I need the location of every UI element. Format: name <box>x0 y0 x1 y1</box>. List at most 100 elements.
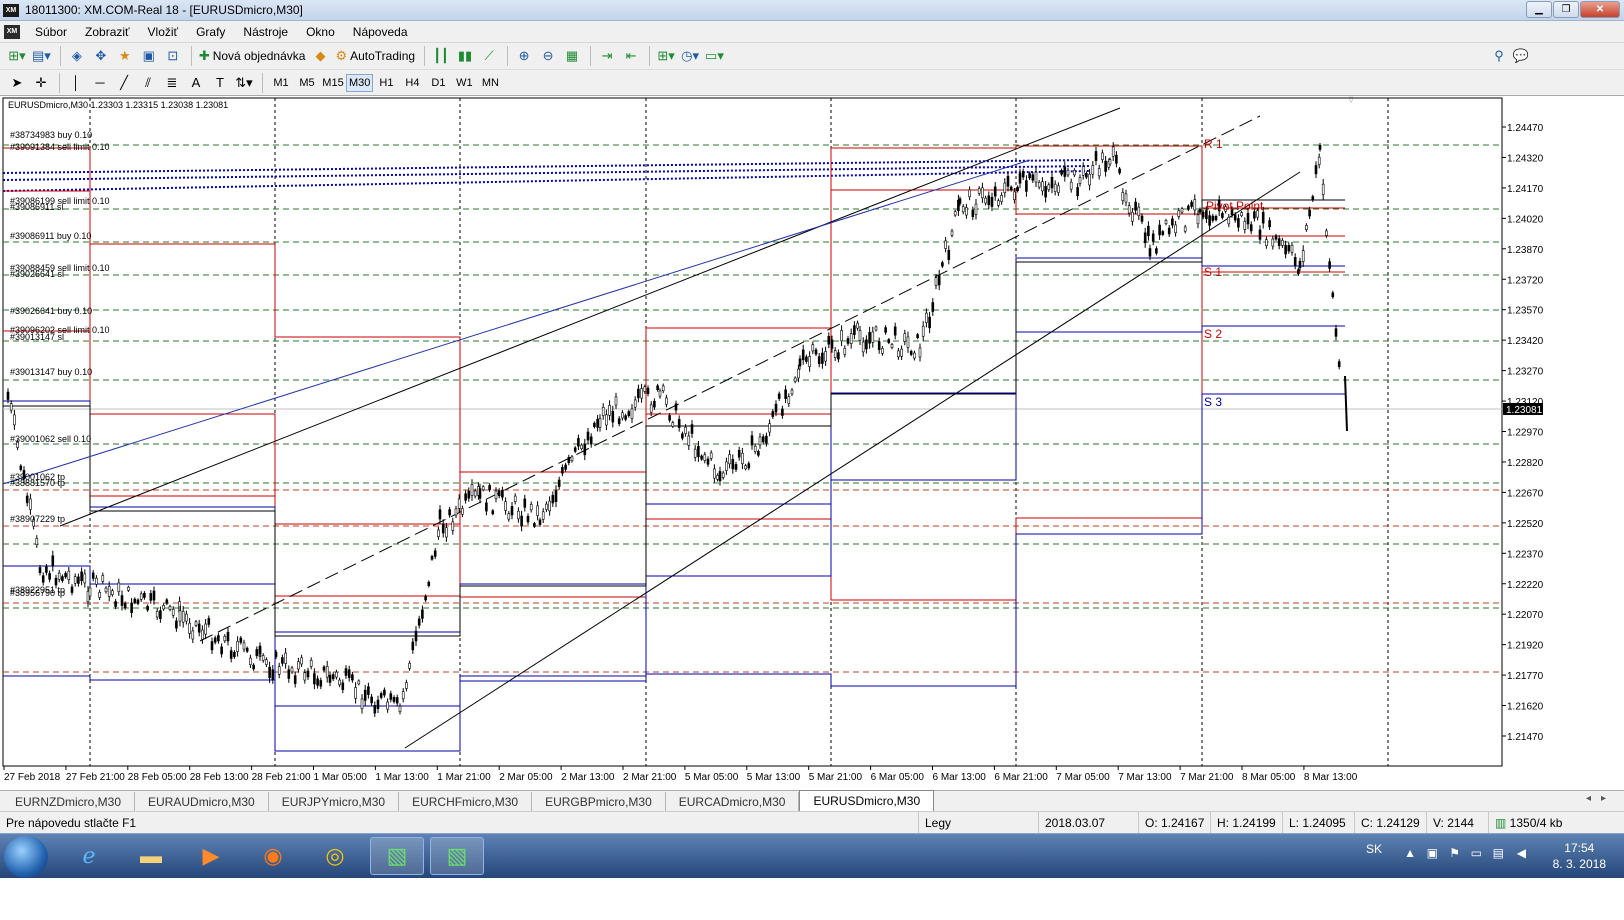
close-button[interactable]: ✕ <box>1580 1 1620 18</box>
tray-app-icon[interactable]: ▣ <box>1427 846 1438 860</box>
horizontal-line-icon[interactable]: ─ <box>89 72 111 93</box>
zoom-in-icon[interactable]: ⊕ <box>513 46 535 67</box>
menu-view[interactable]: Zobraziť <box>76 25 139 39</box>
metatrader-window-1-icon[interactable]: ▧ <box>370 837 424 875</box>
tray-network-icon[interactable]: ▤ <box>1493 846 1504 860</box>
price-label: 1.22670 <box>1507 488 1544 499</box>
auto-scroll-icon[interactable]: ⇤ <box>620 46 642 67</box>
tab-eurnzd[interactable]: EURNZDmicro,M30 <box>2 792 136 811</box>
language-indicator[interactable]: SK <box>1366 842 1382 856</box>
text-icon[interactable]: A <box>185 72 207 93</box>
price-chart[interactable]: 1.24470 1.24320 1.24170 1.24020 1.23870 1.237… <box>0 96 1624 790</box>
search-icon[interactable]: ⚲ <box>1488 46 1510 67</box>
fibonacci-icon[interactable]: ≣ <box>161 72 183 93</box>
candle-body <box>454 508 458 516</box>
tray-volume-icon[interactable]: ◀ <box>1517 846 1526 860</box>
autotrading-button[interactable]: ⚙ AutoTrading <box>333 46 417 67</box>
crosshair-icon[interactable]: ✛ <box>30 72 52 93</box>
internet-explorer-icon[interactable]: ℯ <box>62 837 116 875</box>
tab-eurcad[interactable]: EURCADmicro,M30 <box>666 792 800 811</box>
candle-body <box>614 396 618 406</box>
media-player-icon[interactable]: ▶ <box>184 837 238 875</box>
chart-canvas[interactable]: 1.24470 1.24320 1.24170 1.24020 1.23870 1.237… <box>0 96 1624 790</box>
text-label-icon[interactable]: T <box>209 72 231 93</box>
timeframe-d1[interactable]: D1 <box>425 75 451 91</box>
profiles-icon[interactable]: ▤▾ <box>30 46 53 67</box>
minimize-button[interactable]: ▁ <box>1526 1 1552 18</box>
chrome-icon[interactable]: ◎ <box>308 837 362 875</box>
candle-body <box>690 424 694 434</box>
menu-tools[interactable]: Nástroje <box>234 25 297 39</box>
bar-chart-icon[interactable]: ┃┃ <box>430 46 452 67</box>
candle-body <box>357 680 361 685</box>
trendline-icon[interactable]: ╱ <box>113 72 135 93</box>
new-chart-icon[interactable]: ⊞▾ <box>6 46 28 67</box>
status-open: O: 1.24167 <box>1138 812 1210 834</box>
vertical-line-icon[interactable]: │ <box>65 72 87 93</box>
candle-body <box>934 277 938 286</box>
cursor-icon[interactable]: ➤ <box>6 72 28 93</box>
price-label: 1.22970 <box>1507 428 1544 439</box>
tray-expand-icon[interactable]: ▲ <box>1404 846 1416 860</box>
chart-window-icon[interactable]: XM <box>4 24 20 39</box>
metaeditor-icon[interactable]: ◆ <box>309 46 331 67</box>
candle-body <box>1290 245 1294 253</box>
strategy-tester-icon[interactable]: ⊡ <box>162 46 184 67</box>
candle-body <box>271 669 275 680</box>
zoom-out-icon[interactable]: ⊖ <box>537 46 559 67</box>
tile-windows-icon[interactable]: ▦ <box>561 46 583 67</box>
candle-body <box>1131 212 1134 222</box>
channel-icon[interactable]: ⫽ <box>137 72 159 93</box>
tab-eurjpy[interactable]: EURJPYmicro,M30 <box>269 792 400 811</box>
tab-euraud[interactable]: EURAUDmicro,M30 <box>135 792 269 811</box>
firefox-icon[interactable]: ◉ <box>246 837 300 875</box>
timeframe-mn[interactable]: MN <box>477 75 503 91</box>
file-explorer-icon[interactable]: ▬ <box>124 837 178 875</box>
arrows-icon[interactable]: ⇅▾ <box>233 72 255 93</box>
periods-icon[interactable]: ◷▾ <box>679 46 701 67</box>
timeframe-h4[interactable]: H4 <box>399 75 425 91</box>
navigator-icon[interactable]: ✥ <box>90 46 112 67</box>
clock[interactable]: 17:54 8. 3. 2018 <box>1553 840 1606 872</box>
maximize-button[interactable]: ❐ <box>1553 1 1579 18</box>
timeframe-m15[interactable]: M15 <box>320 75 346 91</box>
candle-body <box>925 312 928 323</box>
chart-shift-icon[interactable]: ⇥ <box>596 46 618 67</box>
tray-flag-icon[interactable]: ⚑ <box>1449 846 1460 860</box>
new-order-button[interactable]: ✚ Nová objednávka <box>197 46 308 67</box>
candle-body <box>1158 224 1161 236</box>
timeframe-w1[interactable]: W1 <box>451 75 477 91</box>
candle-body <box>223 636 227 642</box>
tab-eurchf[interactable]: EURCHFmicro,M30 <box>399 792 533 811</box>
candle-body <box>950 230 954 236</box>
candle-body <box>824 351 827 362</box>
menu-charts[interactable]: Grafy <box>187 25 234 39</box>
tray-monitor-icon[interactable]: ▭ <box>1471 846 1482 860</box>
timeframe-h1[interactable]: H1 <box>373 75 399 91</box>
terminal-icon[interactable]: ▣ <box>138 46 160 67</box>
price-label: 1.23870 <box>1507 245 1544 256</box>
candle-body <box>545 503 548 510</box>
timeframe-m5[interactable]: M5 <box>294 75 320 91</box>
menu-window[interactable]: Okno <box>297 25 344 39</box>
market-watch-icon[interactable]: ◈ <box>66 46 88 67</box>
timeframe-m30[interactable]: M30 <box>346 73 374 92</box>
candle-body <box>958 198 962 204</box>
line-chart-icon[interactable]: ⟋ <box>478 46 500 67</box>
timeframe-m1[interactable]: M1 <box>268 75 294 91</box>
candle-body <box>265 659 268 665</box>
menu-file[interactable]: Súbor <box>26 25 76 39</box>
tab-scroll-arrows[interactable]: ◂▸ <box>1586 793 1616 804</box>
chat-icon[interactable]: 💬 <box>1510 46 1532 67</box>
indicators-icon[interactable]: ⊞▾ <box>655 46 677 67</box>
tab-eurusd[interactable]: EURUSDmicro,M30 <box>799 790 935 811</box>
metatrader-window-2-icon[interactable]: ▧ <box>430 837 484 875</box>
templates-icon[interactable]: ▭▾ <box>703 46 726 67</box>
tab-eurgbp[interactable]: EURGBPmicro,M30 <box>532 792 666 811</box>
data-window-icon[interactable]: ★ <box>114 46 136 67</box>
menu-help[interactable]: Nápoveda <box>344 25 417 39</box>
menu-insert[interactable]: Vložiť <box>139 25 188 39</box>
start-button[interactable] <box>4 836 48 878</box>
candlestick-icon[interactable]: ▮▮ <box>454 46 476 67</box>
candle-body <box>921 325 925 337</box>
